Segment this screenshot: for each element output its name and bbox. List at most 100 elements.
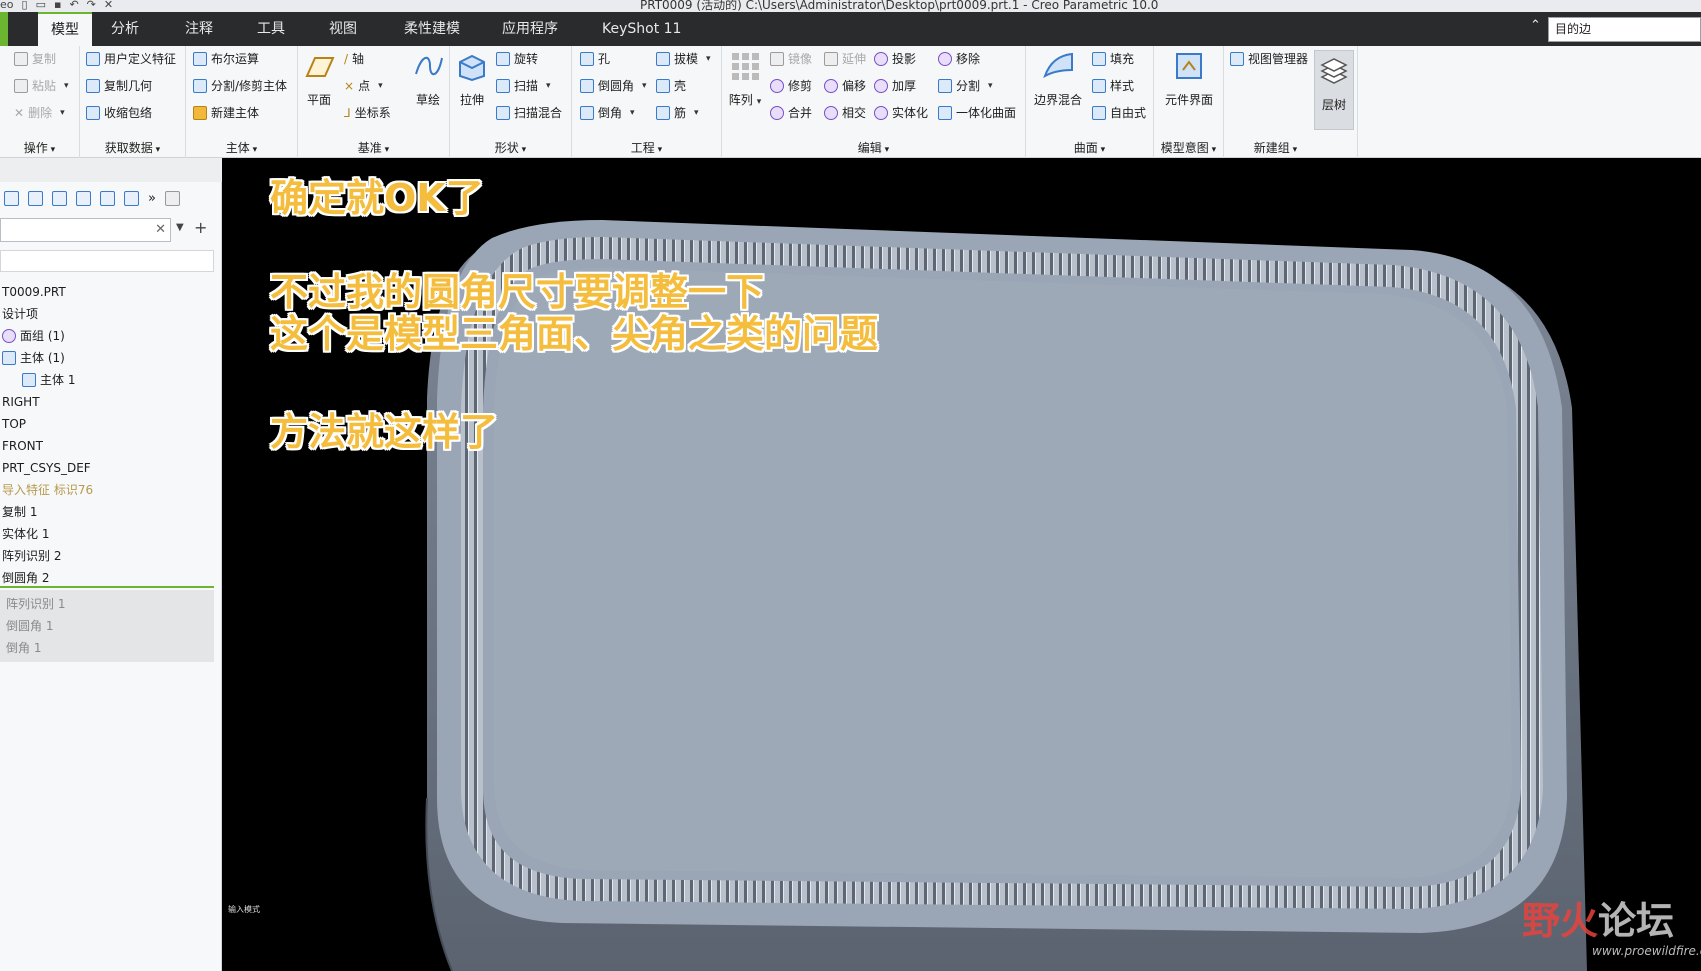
- tree-node-front[interactable]: FRONT: [2, 436, 43, 456]
- tree-search-input[interactable]: ✕: [0, 218, 171, 242]
- solidify-button[interactable]: 实体化: [874, 102, 928, 124]
- redo-icon[interactable]: ↷: [87, 0, 96, 11]
- offset-button[interactable]: 偏移: [824, 75, 866, 97]
- copy-geometry-button[interactable]: 复制几何: [86, 75, 152, 97]
- delete-button[interactable]: ✕ 删除: [14, 102, 65, 124]
- tree-node-right[interactable]: RIGHT: [2, 392, 40, 412]
- tree-node-quilts[interactable]: 面组 (1): [2, 326, 65, 346]
- group-label-get-data[interactable]: 获取数据: [80, 139, 185, 156]
- tree-columns-icon[interactable]: [28, 190, 43, 206]
- tab-tools[interactable]: 工具: [249, 12, 293, 46]
- graphics-viewport[interactable]: 确定就OK了 不过我的圆角尺寸要调整一下 这个是模型三角面、尖角之类的问题 方法…: [222, 158, 1701, 971]
- component-interface-button[interactable]: 元件界面: [1160, 50, 1218, 108]
- tree-node-bodies[interactable]: 主体 (1): [2, 348, 65, 368]
- mirror-button[interactable]: 镜像: [770, 48, 812, 70]
- tab-annotate[interactable]: 注释: [177, 12, 221, 46]
- tab-applications[interactable]: 应用程序: [494, 12, 566, 46]
- draft-button[interactable]: 拔模: [656, 48, 711, 70]
- group-label-body[interactable]: 主体: [186, 139, 297, 156]
- group-label-shape[interactable]: 形状: [450, 139, 571, 156]
- tree-node-round-2[interactable]: 倒圆角 2: [2, 568, 49, 588]
- style-button[interactable]: 样式: [1092, 75, 1134, 97]
- unify-surface-button[interactable]: 一体化曲面: [938, 102, 1016, 124]
- shrinkwrap-button[interactable]: 收缩包络: [86, 102, 152, 124]
- insert-here-indicator[interactable]: [0, 586, 214, 588]
- save-icon[interactable]: ▪: [54, 0, 61, 11]
- view-manager-button[interactable]: 视图管理器: [1230, 48, 1308, 70]
- tree-node-pattern-recognition-1[interactable]: 阵列识别 1: [6, 594, 65, 614]
- sketch-button[interactable]: 草绘: [410, 50, 446, 108]
- new-body-button[interactable]: 新建主体: [193, 102, 259, 124]
- clear-search-icon[interactable]: ✕: [155, 222, 166, 237]
- tree-page-icon[interactable]: [164, 190, 180, 206]
- add-filter-icon[interactable]: +: [194, 218, 207, 237]
- tree-node-round-1[interactable]: 倒圆角 1: [6, 616, 53, 636]
- group-label-datum[interactable]: 基准: [298, 139, 449, 156]
- tree-table-icon[interactable]: [52, 190, 67, 206]
- project-button[interactable]: 投影: [874, 48, 916, 70]
- tab-keyshot[interactable]: KeyShot 11: [594, 12, 689, 46]
- remove-button[interactable]: 移除: [938, 48, 980, 70]
- tree-node-solidify-1[interactable]: 实体化 1: [2, 524, 49, 544]
- sweep-button[interactable]: 扫描: [496, 75, 551, 97]
- split-button[interactable]: 分割: [938, 75, 993, 97]
- fill-button[interactable]: 填充: [1092, 48, 1134, 70]
- split-trim-body-button[interactable]: 分割/修剪主体: [193, 75, 287, 97]
- tab-flexible-modeling[interactable]: 柔性建模: [396, 12, 468, 46]
- merge-button[interactable]: 合并: [770, 102, 812, 124]
- file-menu-button[interactable]: [0, 12, 8, 46]
- tree-node-design-items[interactable]: 设计项: [2, 304, 38, 324]
- tree-node-pattern-recognition-2[interactable]: 阵列识别 2: [2, 546, 61, 566]
- extend-button[interactable]: 延伸: [824, 48, 866, 70]
- plane-button[interactable]: 平面: [302, 50, 336, 108]
- tree-node-chamfer-1[interactable]: 倒角 1: [6, 638, 41, 658]
- round-button[interactable]: 倒圆角: [580, 75, 647, 97]
- sweep-blend-button[interactable]: 扫描混合: [496, 102, 562, 124]
- csys-button[interactable]: ⅃ 坐标系: [344, 102, 391, 124]
- tree-node-part[interactable]: T0009.PRT: [2, 282, 66, 302]
- group-label-engineering[interactable]: 工程: [572, 139, 721, 156]
- tree-node-copy-1[interactable]: 复制 1: [2, 502, 37, 522]
- tab-view[interactable]: 视图: [321, 12, 365, 46]
- group-label-operations[interactable]: 操作: [0, 139, 79, 156]
- boolean-button[interactable]: 布尔运算: [193, 48, 259, 70]
- collapse-ribbon-icon[interactable]: ⌃: [1530, 18, 1541, 33]
- hole-button[interactable]: 孔: [580, 48, 610, 70]
- paste-button[interactable]: 粘贴: [14, 75, 69, 97]
- open-file-icon[interactable]: ▭: [36, 0, 46, 11]
- tree-filter-icon[interactable]: [100, 190, 115, 206]
- rib-button[interactable]: 筋: [656, 102, 699, 124]
- quick-access-toolbar[interactable]: eo ▯ ▭ ▪ ↶ ↷ ✕: [0, 0, 113, 12]
- revolve-button[interactable]: 旋转: [496, 48, 538, 70]
- tree-node-import-feature[interactable]: 导入特征 标识76: [2, 480, 93, 500]
- tree-list-icon[interactable]: [4, 190, 19, 206]
- undo-icon[interactable]: ↶: [69, 0, 78, 11]
- intersect-button[interactable]: 相交: [824, 102, 866, 124]
- tree-settings-icon[interactable]: [124, 190, 139, 206]
- tree-node-body-1[interactable]: 主体 1: [22, 370, 75, 390]
- tree-layers-icon[interactable]: [76, 190, 91, 206]
- group-label-edit[interactable]: 编辑: [722, 139, 1025, 156]
- tree-node-top[interactable]: TOP: [2, 414, 26, 434]
- tab-model[interactable]: 模型: [38, 12, 92, 46]
- group-label-surface[interactable]: 曲面: [1026, 139, 1153, 156]
- tree-node-csys[interactable]: PRT_CSYS_DEF: [2, 458, 91, 478]
- trim-button[interactable]: 修剪: [770, 75, 812, 97]
- extrude-button[interactable]: 拉伸: [454, 50, 490, 108]
- pattern-button[interactable]: 阵列: [728, 50, 762, 108]
- chamfer-button[interactable]: 倒角: [580, 102, 635, 124]
- shell-button[interactable]: 壳: [656, 75, 686, 97]
- freestyle-button[interactable]: 自由式: [1092, 102, 1146, 124]
- copy-button[interactable]: 复制: [14, 48, 56, 70]
- new-file-icon[interactable]: ▯: [22, 0, 28, 11]
- command-search-input[interactable]: 目的边: [1548, 17, 1701, 42]
- layer-tree-button[interactable]: 层树: [1314, 50, 1354, 130]
- udf-button[interactable]: 用户定义特征: [86, 48, 176, 70]
- tree-more-icon[interactable]: »: [148, 191, 156, 206]
- tab-analysis[interactable]: 分析: [103, 12, 147, 46]
- close-window-icon[interactable]: ✕: [104, 0, 113, 11]
- boundary-blend-button[interactable]: 边界混合: [1030, 50, 1086, 108]
- point-button[interactable]: × 点: [344, 75, 383, 97]
- thicken-button[interactable]: 加厚: [874, 75, 916, 97]
- group-label-model-intent[interactable]: 模型意图: [1154, 139, 1223, 156]
